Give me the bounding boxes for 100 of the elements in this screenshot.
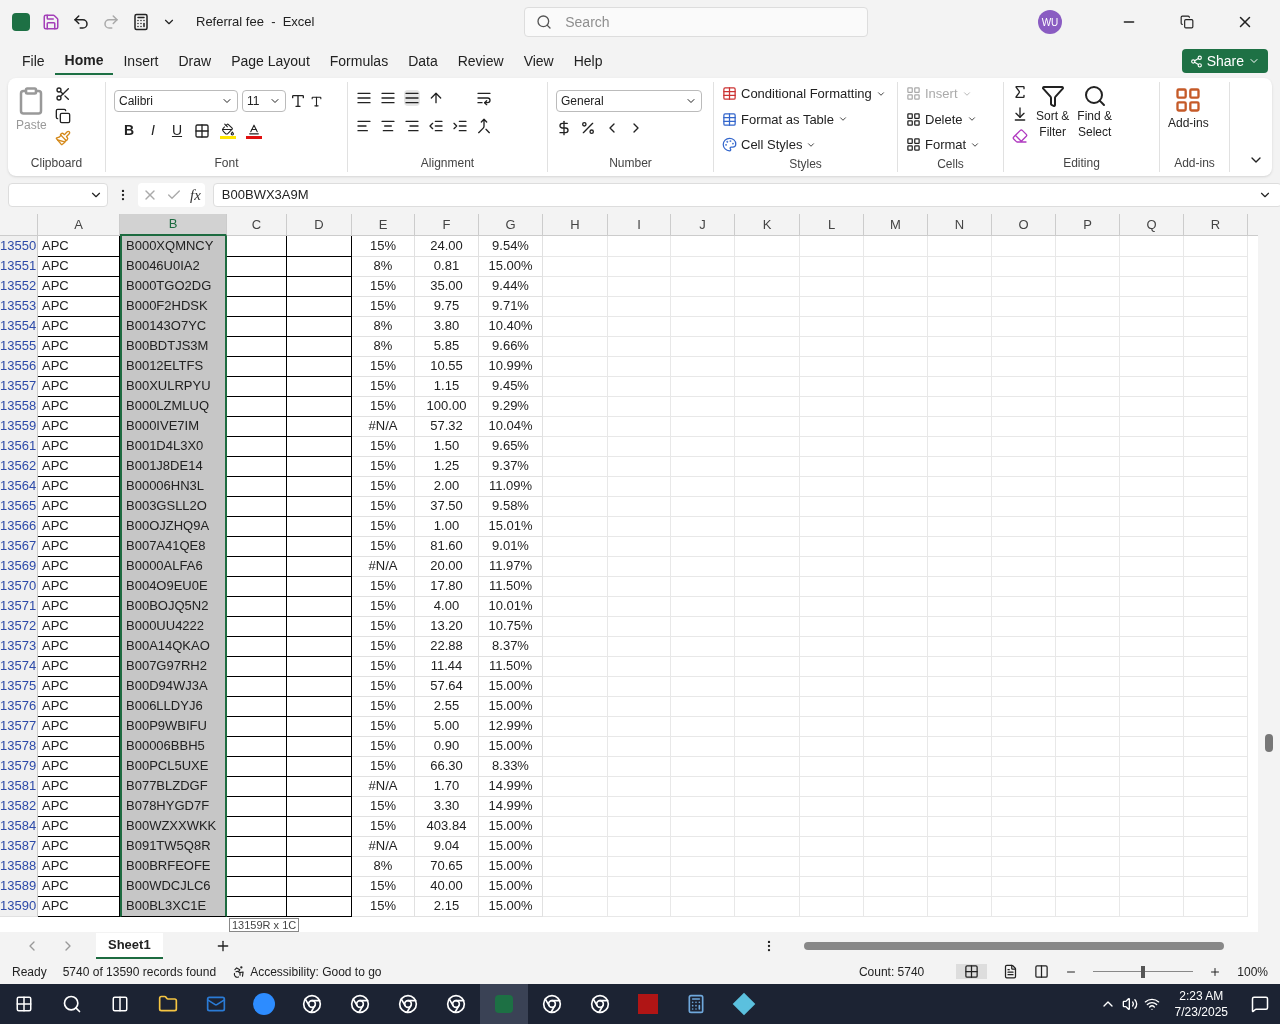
save-icon[interactable] <box>42 13 60 31</box>
clear-icon[interactable] <box>1012 128 1028 144</box>
row-header[interactable]: 13557 <box>0 376 38 397</box>
percent-icon[interactable] <box>580 120 596 136</box>
column-header[interactable]: L <box>800 214 864 236</box>
row-header[interactable]: 13553 <box>0 296 38 317</box>
row-header[interactable]: 13588 <box>0 856 38 877</box>
row-header[interactable]: 13564 <box>0 476 38 497</box>
search-field[interactable]: Search <box>524 7 869 37</box>
column-header[interactable]: R <box>1184 214 1248 236</box>
font-color-icon[interactable] <box>246 122 262 139</box>
page-layout-icon[interactable] <box>1003 964 1019 979</box>
row-header[interactable]: 13566 <box>0 516 38 537</box>
fill-color-icon[interactable] <box>220 122 236 139</box>
column-header[interactable]: M <box>864 214 928 236</box>
row-header[interactable]: 13561 <box>0 436 38 457</box>
sort-filter-button[interactable]: Sort & Filter <box>1036 84 1070 144</box>
column-header[interactable]: E <box>352 214 415 236</box>
align-center-icon[interactable] <box>380 118 396 134</box>
row-header[interactable]: 13570 <box>0 576 38 597</box>
row-header[interactable]: 13558 <box>0 396 38 417</box>
column-header[interactable]: Q <box>1120 214 1184 236</box>
zoom-slider[interactable] <box>1093 964 1194 979</box>
row-header[interactable]: 13556 <box>0 356 38 377</box>
calculator-icon[interactable] <box>132 13 150 31</box>
copy-icon[interactable] <box>54 108 71 124</box>
column-header[interactable]: D <box>287 214 352 236</box>
align-right-icon[interactable] <box>404 118 420 134</box>
sheet-tab[interactable]: Sheet1 <box>96 932 163 959</box>
row-header[interactable]: 13555 <box>0 336 38 357</box>
row-header[interactable]: 13569 <box>0 556 38 577</box>
merge-icon[interactable] <box>476 118 492 134</box>
decrease-indent-icon[interactable] <box>428 118 444 134</box>
number-format-field[interactable]: General <box>556 90 702 112</box>
row-header[interactable]: 13559 <box>0 416 38 437</box>
cut-icon[interactable] <box>54 86 71 102</box>
menu-tab[interactable]: Draw <box>168 47 222 75</box>
font-style-button[interactable]: U <box>170 120 184 141</box>
styles-button[interactable]: Format as Table <box>722 109 886 129</box>
row-header[interactable]: 13551 <box>0 256 38 277</box>
menu-tab[interactable]: Review <box>447 47 514 75</box>
cells-button[interactable]: Delete <box>906 109 981 129</box>
font-style-button[interactable]: B <box>122 120 136 141</box>
column-header[interactable]: C <box>227 214 287 236</box>
column-header[interactable]: F <box>415 214 479 236</box>
clock-date[interactable]: 7/23/2025 <box>1174 1004 1228 1020</box>
zoom-in-icon[interactable] <box>1209 965 1222 978</box>
row-header[interactable]: 13550 <box>0 236 38 257</box>
font-style-button[interactable]: I <box>146 120 160 141</box>
column-header[interactable]: J <box>671 214 735 236</box>
orientation-icon[interactable] <box>428 90 444 106</box>
row-header[interactable]: 13587 <box>0 836 38 857</box>
font-name-field[interactable]: Calibri <box>114 90 238 112</box>
row-header[interactable]: 13552 <box>0 276 38 297</box>
row-header[interactable]: 13574 <box>0 656 38 677</box>
font-size-field[interactable]: 11 <box>242 90 286 112</box>
row-header[interactable]: 13579 <box>0 756 38 777</box>
menu-tab[interactable]: View <box>513 47 564 75</box>
align-left-icon[interactable] <box>356 118 372 134</box>
format-painter-icon[interactable] <box>54 130 71 146</box>
align-top-icon[interactable] <box>356 90 372 106</box>
row-header[interactable]: 13554 <box>0 316 38 337</box>
clock-time[interactable]: 2:23 AM <box>1179 988 1224 1004</box>
share-button[interactable]: Share <box>1181 49 1268 73</box>
column-header[interactable]: P <box>1056 214 1120 236</box>
page-break-icon[interactable] <box>1034 964 1050 979</box>
menu-tab[interactable]: Insert <box>113 47 169 75</box>
row-header[interactable]: 13565 <box>0 496 38 517</box>
normal-view-icon[interactable] <box>956 964 988 979</box>
align-middle-icon[interactable] <box>380 90 396 106</box>
grow-font-icon[interactable] <box>290 93 306 109</box>
align-bottom-icon[interactable] <box>404 90 420 106</box>
column-header[interactable]: I <box>608 214 671 236</box>
row-header[interactable]: 13571 <box>0 596 38 617</box>
increase-indent-icon[interactable] <box>452 118 468 134</box>
column-header[interactable]: K <box>735 214 800 236</box>
row-header[interactable]: 13573 <box>0 636 38 657</box>
row-header[interactable]: 13562 <box>0 456 38 477</box>
menu-tab[interactable]: Data <box>398 47 448 75</box>
add-ins-button[interactable]: Add-ins <box>1168 82 1209 132</box>
cells-button[interactable]: Format <box>906 135 981 155</box>
column-header[interactable]: H <box>543 214 608 236</box>
styles-button[interactable]: Conditional Formatting <box>722 84 886 104</box>
row-header[interactable]: 13590 <box>0 896 38 917</box>
row-header[interactable]: 13581 <box>0 776 38 797</box>
row-header[interactable]: 13576 <box>0 696 38 717</box>
find-select-button[interactable]: Find & Select <box>1077 84 1113 144</box>
row-header[interactable]: 13567 <box>0 536 38 557</box>
sum-icon[interactable] <box>1012 84 1028 100</box>
row-header[interactable]: 13582 <box>0 796 38 817</box>
row-header[interactable]: 13572 <box>0 616 38 637</box>
row-header[interactable]: 13577 <box>0 716 38 737</box>
borders-icon[interactable] <box>194 122 210 139</box>
zoom-level[interactable]: 100% <box>1237 962 1268 981</box>
menu-tab[interactable]: Home <box>54 47 114 75</box>
row-header[interactable]: 13575 <box>0 676 38 697</box>
user-avatar[interactable]: WU <box>1038 10 1062 34</box>
menu-tab[interactable]: Formulas <box>319 47 399 75</box>
menu-tab[interactable]: Page Layout <box>221 47 320 75</box>
currency-icon[interactable] <box>556 120 572 136</box>
